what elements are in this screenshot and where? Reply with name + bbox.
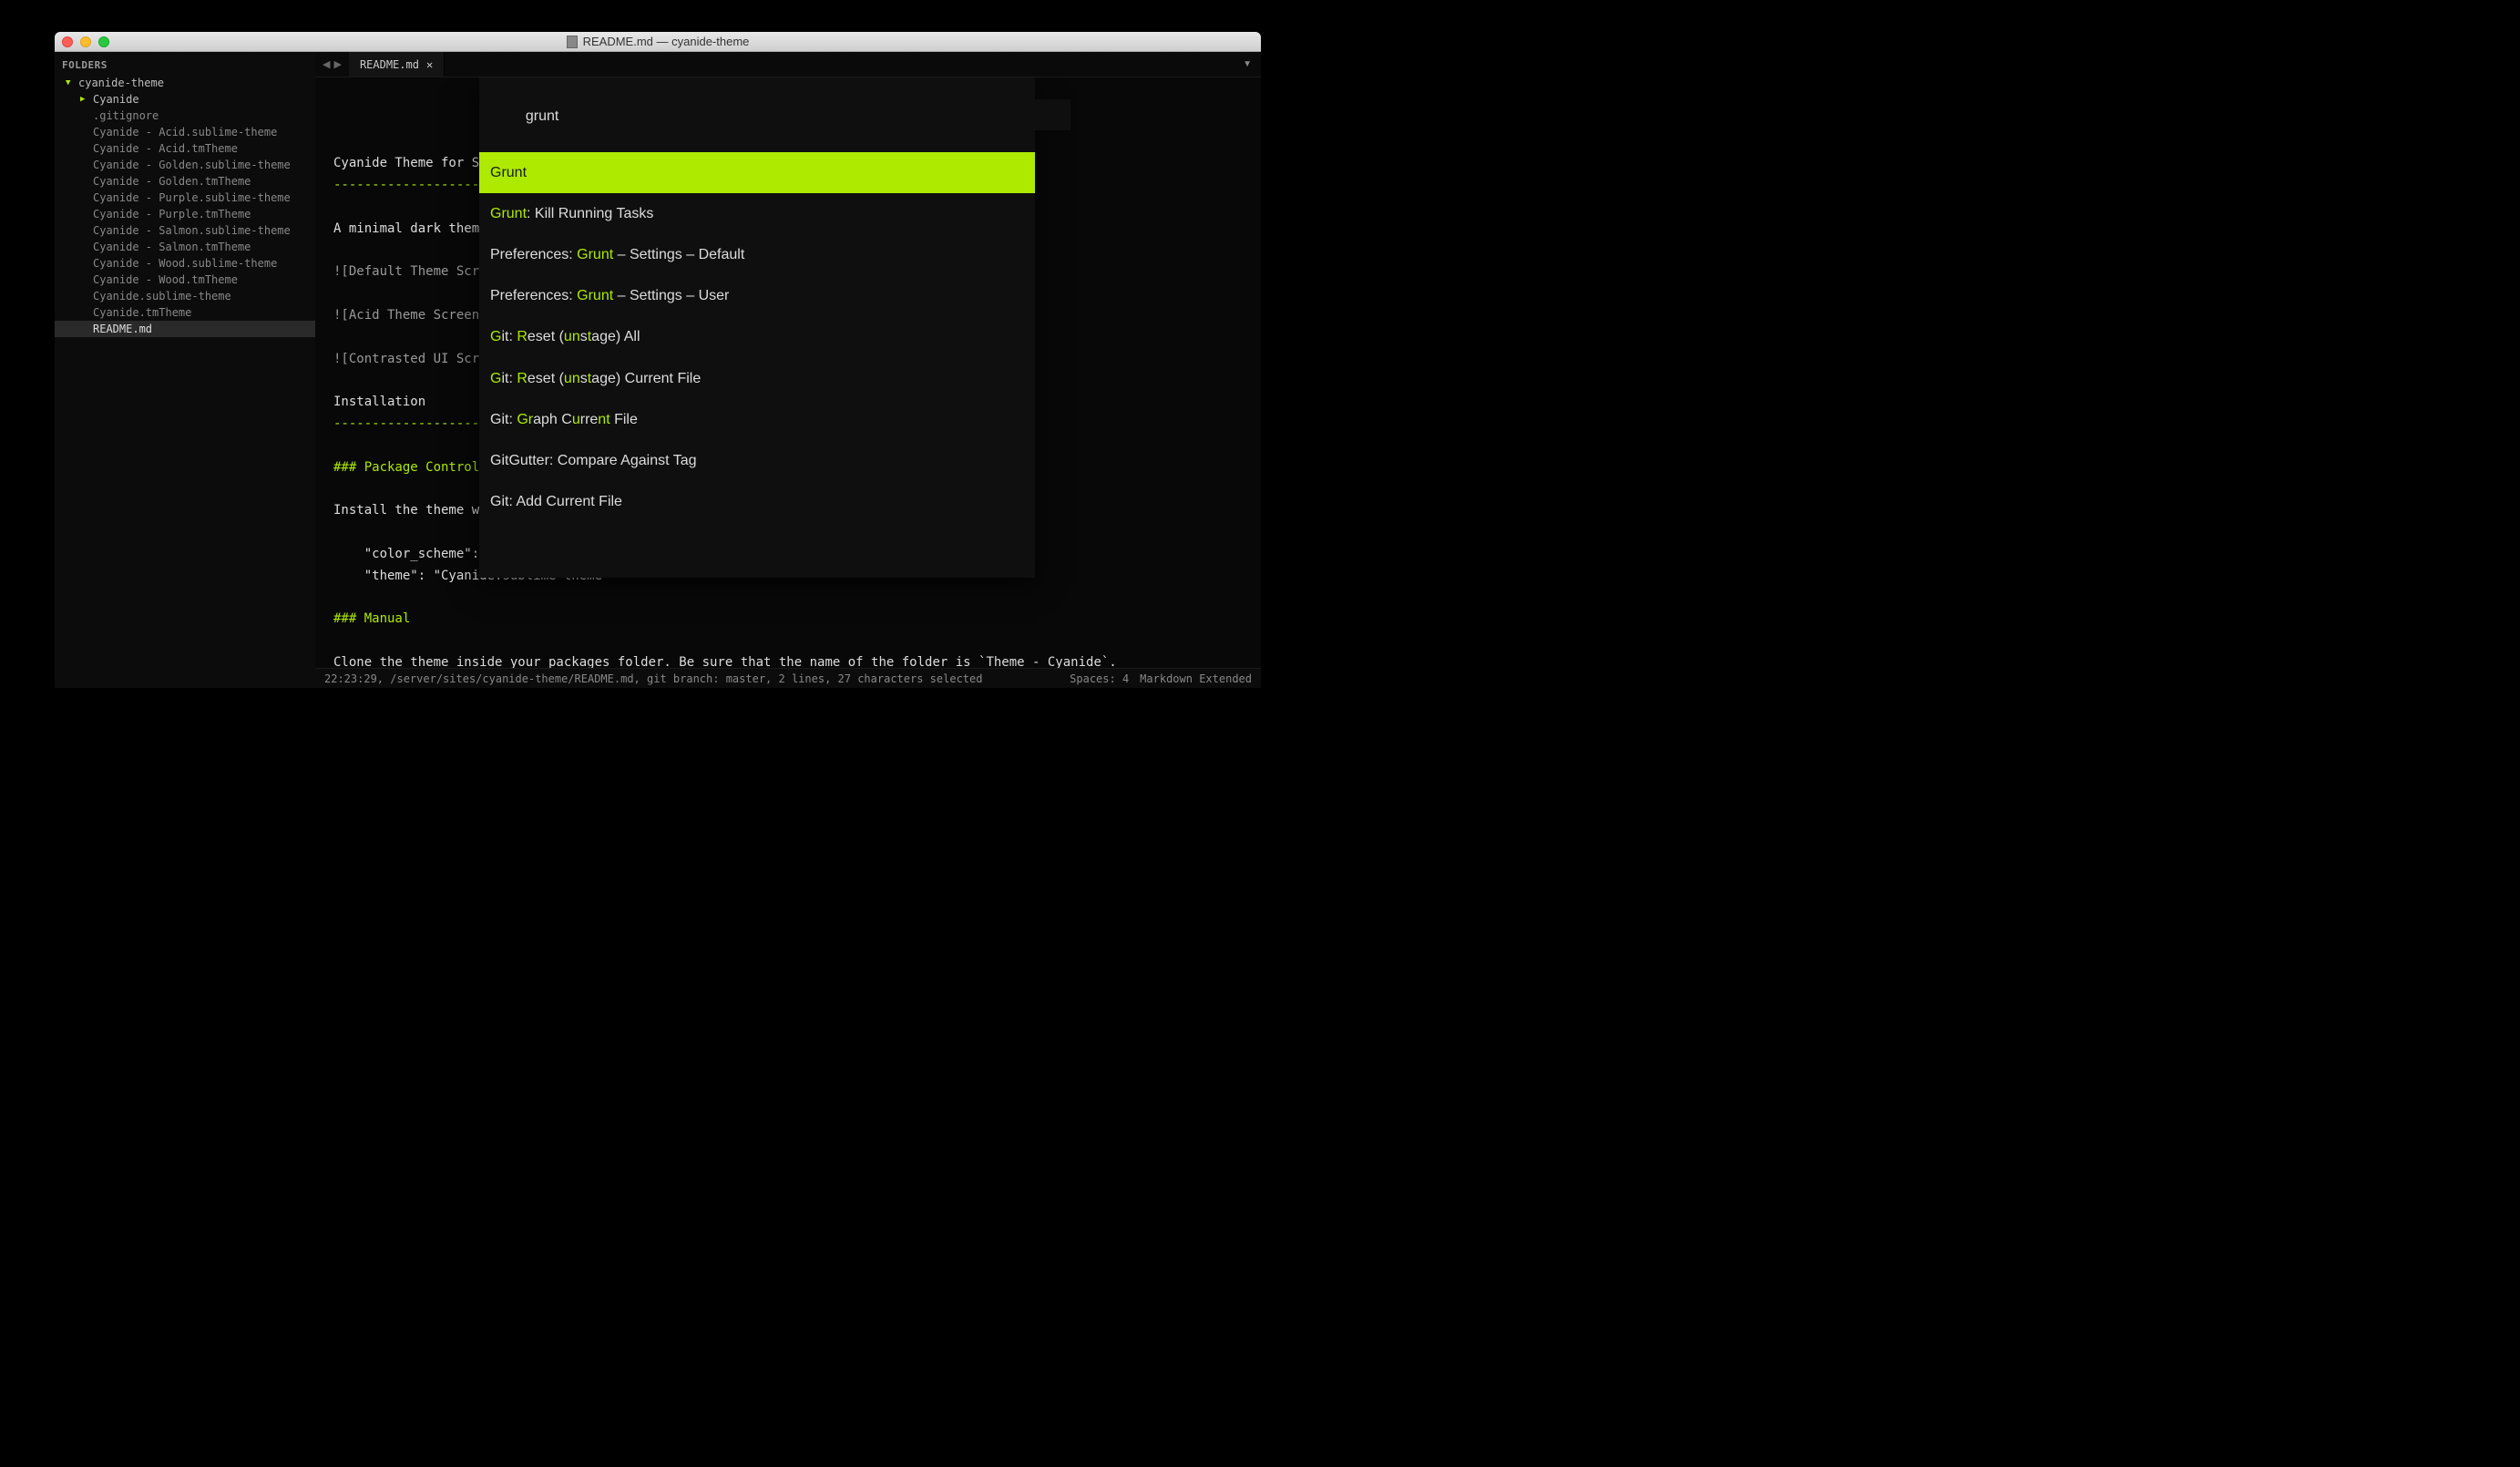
status-spaces[interactable]: Spaces: 4 [1070,672,1129,685]
tree-file[interactable]: .gitignore [55,108,315,124]
file-name: Cyanide - Golden.sublime-theme [93,159,291,171]
window-body: FOLDERS ▼ cyanide-theme ▶ Cyanide .gitignore… [55,52,1261,688]
tab-next-icon[interactable]: ▶ [333,58,341,70]
traffic-lights [62,36,109,47]
tree-file[interactable]: Cyanide - Purple.tmTheme [55,206,315,222]
document-icon [567,36,578,48]
file-name: Cyanide - Acid.sublime-theme [93,126,277,138]
status-left: 22:23:29, /server/sites/cyanide-theme/RE… [324,672,982,685]
file-name: Cyanide.sublime-theme [93,290,231,303]
command-palette-item[interactable]: Git: Add Current File [479,481,1035,522]
tab-readme[interactable]: README.md ✕ [349,52,445,77]
tabbar: ◀ ▶ README.md ✕ ▼ [315,52,1261,77]
chevron-down-icon: ▼ [66,78,73,87]
command-palette: GruntGrunt: Kill Running TasksPreference… [479,77,1035,578]
tree-folder[interactable]: ▶ Cyanide [55,91,315,108]
tree-file[interactable]: Cyanide - Acid.tmTheme [55,140,315,157]
command-palette-item[interactable]: GitGutter: Compare Against Tag [479,440,1035,481]
status-syntax[interactable]: Markdown Extended [1140,672,1252,685]
command-palette-item[interactable]: Grunt: Kill Running Tasks [479,193,1035,234]
close-window-button[interactable] [62,36,73,47]
editor-area[interactable]: GruntGrunt: Kill Running TasksPreference… [315,77,1261,668]
tree-file[interactable]: Cyanide - Salmon.tmTheme [55,239,315,255]
zoom-window-button[interactable] [98,36,109,47]
chevron-right-icon: ▶ [80,95,87,104]
tree-file[interactable]: Cyanide - Purple.sublime-theme [55,190,315,206]
close-icon[interactable]: ✕ [426,58,433,71]
editor-window: README.md — cyanide-theme FOLDERS ▼ cyani… [55,32,1261,688]
file-name: Cyanide.tmTheme [93,306,191,319]
file-name: Cyanide - Purple.tmTheme [93,208,251,221]
folder-name: cyanide-theme [78,77,164,89]
tree-file[interactable]: Cyanide - Golden.tmTheme [55,173,315,190]
tree-file[interactable]: README.md [55,321,315,337]
file-name: README.md [93,323,152,335]
statusbar: 22:23:29, /server/sites/cyanide-theme/RE… [315,668,1261,688]
main-pane: ◀ ▶ README.md ✕ ▼ GruntGrunt: Kill Runni… [315,52,1261,688]
tab-overflow-icon[interactable]: ▼ [1234,52,1261,77]
tree-file[interactable]: Cyanide - Wood.sublime-theme [55,255,315,272]
sidebar: FOLDERS ▼ cyanide-theme ▶ Cyanide .gitignore… [55,52,315,688]
command-palette-item[interactable]: Git: Graph Current File [479,399,1035,440]
file-name: Cyanide - Wood.tmTheme [93,273,238,286]
tab-prev-icon[interactable]: ◀ [323,58,330,70]
editor-line [333,631,1243,652]
folder-name: Cyanide [93,93,139,106]
editor-line [333,587,1243,609]
folders-label: FOLDERS [55,56,315,75]
tab-nav: ◀ ▶ [315,52,349,77]
tree-file[interactable]: Cyanide - Golden.sublime-theme [55,157,315,173]
tree-file[interactable]: Cyanide - Salmon.sublime-theme [55,222,315,239]
tree-file[interactable]: Cyanide.tmTheme [55,304,315,321]
window-title: README.md — cyanide-theme [55,35,1261,48]
file-name: Cyanide - Salmon.tmTheme [93,241,251,253]
command-palette-item[interactable]: Preferences: Grunt – Settings – Default [479,234,1035,275]
command-palette-item[interactable]: Preferences: Grunt – Settings – User [479,275,1035,316]
file-tree: ▼ cyanide-theme ▶ Cyanide .gitignore Cyanide … [55,75,315,337]
minimize-window-button[interactable] [80,36,91,47]
file-name: Cyanide - Acid.tmTheme [93,142,238,155]
tree-folder-root[interactable]: ▼ cyanide-theme [55,75,315,91]
file-name: .gitignore [93,109,159,122]
window-title-text: README.md — cyanide-theme [583,35,750,48]
file-name: Cyanide - Salmon.sublime-theme [93,224,291,237]
command-palette-item[interactable]: Grunt [479,152,1035,193]
file-name: Cyanide - Wood.sublime-theme [93,257,277,270]
file-name: Cyanide - Golden.tmTheme [93,175,251,188]
titlebar: README.md — cyanide-theme [55,32,1261,52]
tab-label: README.md [360,58,419,71]
command-palette-item[interactable]: Git: Log Current File [479,522,1035,534]
command-palette-input[interactable] [515,99,1070,130]
tree-file[interactable]: Cyanide - Acid.sublime-theme [55,124,315,140]
tree-file[interactable]: Cyanide - Wood.tmTheme [55,272,315,288]
tree-file[interactable]: Cyanide.sublime-theme [55,288,315,304]
file-name: Cyanide - Purple.sublime-theme [93,191,291,204]
editor-line: ### Manual [333,609,1243,631]
command-palette-list: GruntGrunt: Kill Running TasksPreference… [479,152,1035,535]
command-palette-item[interactable]: Git: Reset (unstage) Current File [479,358,1035,399]
editor-line: Clone the theme inside your packages fol… [333,652,1243,668]
command-palette-item[interactable]: Git: Reset (unstage) All [479,316,1035,357]
